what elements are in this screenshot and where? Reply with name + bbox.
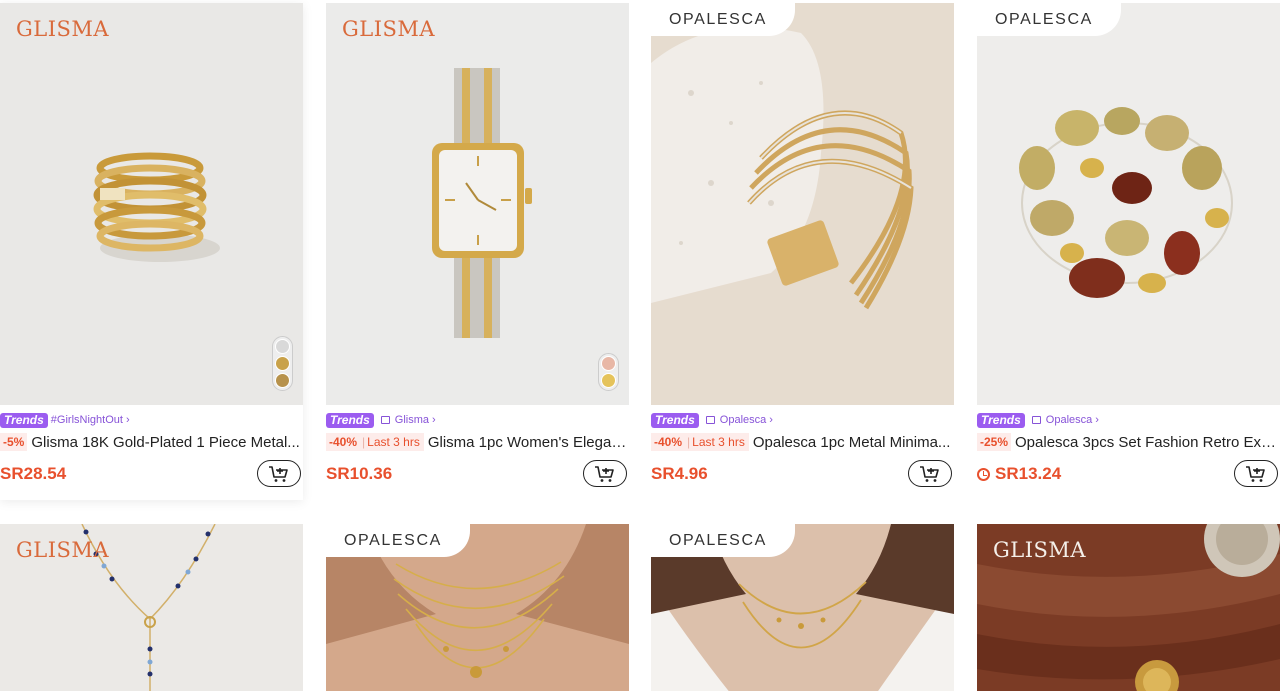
product-image[interactable]: OPALESCA <box>651 524 954 691</box>
brand-logo: OPALESCA <box>977 3 1121 36</box>
product-image[interactable]: OPALESCA <box>977 3 1280 405</box>
add-to-cart-button[interactable] <box>583 460 627 487</box>
brand-logo: OPALESCA <box>651 3 795 36</box>
chevron-right-icon: › <box>769 414 773 426</box>
product-image[interactable]: GLISMA <box>977 524 1280 691</box>
trends-row[interactable]: Trends Glisma › <box>326 412 436 428</box>
product-title[interactable]: Opalesca 1pc Metal Minima... <box>753 434 954 451</box>
product-card[interactable]: GLISMA <box>0 524 303 691</box>
product-price: SR10.36 <box>326 464 393 483</box>
product-card[interactable]: GLISMA Trends Glisma › -40% Last 3 <box>326 3 629 500</box>
trends-badge: Trends <box>977 412 1025 428</box>
product-price: SR28.54 <box>0 464 67 483</box>
product-image[interactable]: GLISMA <box>0 3 303 405</box>
clock-icon <box>977 467 990 481</box>
store-icon <box>705 416 715 424</box>
product-card[interactable]: OPALESCA Trends Opalesca › -40% Last 3 h… <box>651 3 954 500</box>
price-row: SR28.54 <box>0 458 303 490</box>
store-icon <box>380 416 390 424</box>
swatch-gold[interactable] <box>601 373 616 388</box>
bead-bracelet-photo <box>1019 107 1233 298</box>
store-link[interactable]: Opalesca <box>720 414 766 426</box>
add-to-cart-icon <box>1246 465 1265 482</box>
product-title-row[interactable]: -40% Last 3 hrs Glisma 1pc Women's Elega… <box>326 431 629 453</box>
discount-badge: -40% <box>651 433 686 451</box>
add-to-cart-icon <box>920 465 939 482</box>
chevron-right-icon: › <box>125 414 130 426</box>
brand-logo: GLISMA <box>993 538 1087 562</box>
product-price: SR4.96 <box>651 464 708 483</box>
store-icon <box>1031 416 1041 424</box>
trends-badge: Trends <box>0 412 48 428</box>
product-image[interactable]: OPALESCA <box>326 524 629 691</box>
store-link[interactable]: Opalesca <box>1046 414 1092 426</box>
product-title[interactable]: Opalesca 3pcs Set Fashion Retro Exa... <box>1015 434 1280 451</box>
trends-badge: Trends <box>651 412 699 428</box>
add-to-cart-icon <box>595 465 614 482</box>
brand-logo: OPALESCA <box>651 524 795 557</box>
swatch-gold[interactable] <box>275 356 290 371</box>
trends-row[interactable]: Trends Opalesca › <box>651 412 773 428</box>
product-card[interactable]: GLISMA <box>977 524 1280 691</box>
color-swatches <box>598 353 619 391</box>
product-image[interactable]: GLISMA <box>0 524 303 691</box>
chevron-right-icon: › <box>432 414 436 426</box>
swatch-rose[interactable] <box>601 356 616 371</box>
watch-photo <box>432 68 532 338</box>
product-title-row[interactable]: -25% Opalesca 3pcs Set Fashion Retro Exa… <box>977 431 1280 453</box>
product-image[interactable]: GLISMA <box>326 3 629 405</box>
product-card[interactable]: GLISMA Trends #GirlsNightOut › -5% Glism… <box>0 3 303 500</box>
trends-badge: Trends <box>326 412 374 428</box>
add-to-cart-button[interactable] <box>257 460 301 487</box>
color-swatches <box>272 336 293 391</box>
swatch-silver[interactable] <box>275 339 290 354</box>
brand-logo: GLISMA <box>16 538 110 562</box>
trend-tag-link[interactable]: #GirlsNightOut <box>51 414 123 426</box>
product-card[interactable]: OPALESCA <box>651 524 954 691</box>
swatch-gold-alt[interactable] <box>275 373 290 388</box>
product-title-row[interactable]: -5% Glisma 18K Gold-Plated 1 Piece Metal… <box>0 431 303 453</box>
product-card[interactable]: OPALESCA Trends Opalesca › -25% Opalesca… <box>977 3 1280 500</box>
chevron-right-icon: › <box>1095 414 1099 426</box>
price-row: SR4.96 <box>651 458 954 490</box>
product-title[interactable]: Glisma 18K Gold-Plated 1 Piece Metal... <box>31 434 303 451</box>
product-image[interactable]: OPALESCA <box>651 3 954 405</box>
cuff-bracelet-photo <box>651 27 914 310</box>
discount-badge: -40% <box>326 433 361 451</box>
product-title[interactable]: Glisma 1pc Women's Elegan... <box>428 434 629 451</box>
price-row: SR13.24 <box>977 458 1280 490</box>
trends-row[interactable]: Trends #GirlsNightOut › <box>0 412 130 428</box>
product-title-row[interactable]: -40% Last 3 hrs Opalesca 1pc Metal Minim… <box>651 431 954 453</box>
limited-time-label: Last 3 hrs <box>685 433 749 451</box>
brand-logo: OPALESCA <box>326 524 470 557</box>
add-to-cart-icon <box>269 465 288 482</box>
discount-badge: -25% <box>977 433 1012 451</box>
price-row: SR10.36 <box>326 458 629 490</box>
store-link[interactable]: Glisma <box>395 414 429 426</box>
ring-photo <box>93 152 220 262</box>
limited-time-label: Last 3 hrs <box>360 433 424 451</box>
add-to-cart-button[interactable] <box>1234 460 1278 487</box>
product-price: SR13.24 <box>995 464 1062 483</box>
add-to-cart-button[interactable] <box>908 460 952 487</box>
trends-row[interactable]: Trends Opalesca › <box>977 412 1099 428</box>
discount-badge: -5% <box>0 433 28 451</box>
product-card[interactable]: OPALESCA <box>326 524 629 691</box>
